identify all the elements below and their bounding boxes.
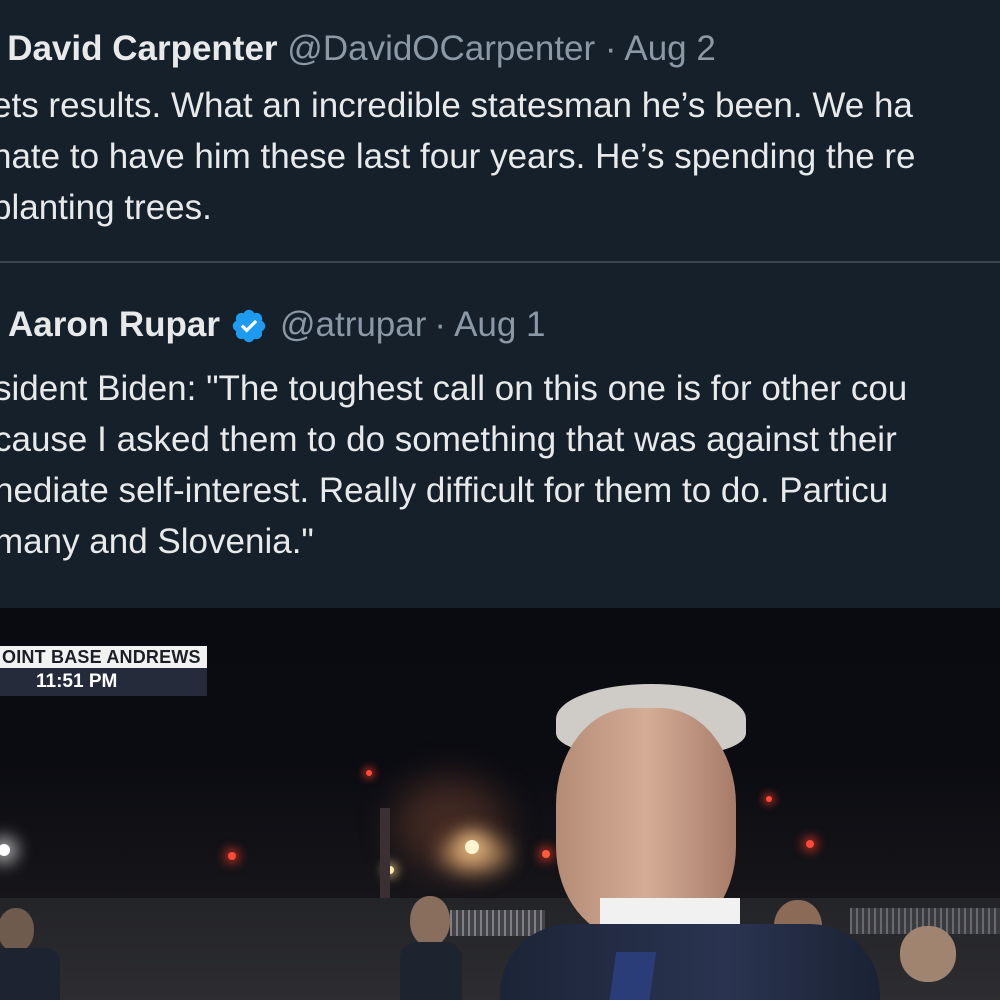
tweet-text-line: sident Biden: "The toughest call on this… [0, 369, 908, 408]
author-handle[interactable]: @DavidOCarpenter [287, 29, 595, 68]
main-tweet-text: ets results. What an incredible statesma… [0, 80, 1000, 233]
divider [0, 261, 1000, 263]
verified-badge-icon [230, 307, 268, 345]
chyron-time: 11:51 PM [0, 668, 207, 696]
quoted-tweet-header: Aaron Rupar @atrupar · Aug 1 [8, 300, 1000, 350]
person-left [0, 908, 60, 1000]
video-player[interactable]: OINT BASE ANDREWS 11:51 PM [0, 608, 1000, 1000]
main-tweet-header: e David Carpenter @DavidOCarpenter · Aug… [0, 26, 1000, 72]
person-agent [400, 896, 462, 1000]
tweet-text-line: planting trees. [0, 188, 212, 227]
meta-separator: · [434, 305, 447, 344]
tweet-text-line: nediate self-interest. Really difficult … [0, 471, 889, 510]
meta-separator: · [604, 29, 617, 68]
news-chyron: OINT BASE ANDREWS 11:51 PM [0, 646, 207, 696]
tweet-text-line: many and Slovenia." [0, 522, 314, 561]
chyron-location: OINT BASE ANDREWS [0, 646, 207, 668]
tweet-date[interactable]: Aug 2 [624, 29, 715, 68]
person-far-right [880, 926, 990, 1000]
speaker-figure [500, 684, 880, 1000]
tweet-text-line: nate to have him these last four years. … [0, 137, 916, 176]
quoted-author-handle[interactable]: @atrupar [280, 300, 426, 350]
quoted-author-name[interactable]: Aaron Rupar [8, 300, 220, 350]
tweet-text-line: cause I asked them to do something that … [0, 420, 897, 459]
quoted-tweet-text: sident Biden: "The toughest call on this… [0, 363, 1000, 567]
tweet-text-line: ets results. What an incredible statesma… [0, 86, 913, 125]
author-name[interactable]: e David Carpenter [0, 29, 278, 68]
quoted-tweet-date[interactable]: Aug 1 [454, 300, 545, 350]
